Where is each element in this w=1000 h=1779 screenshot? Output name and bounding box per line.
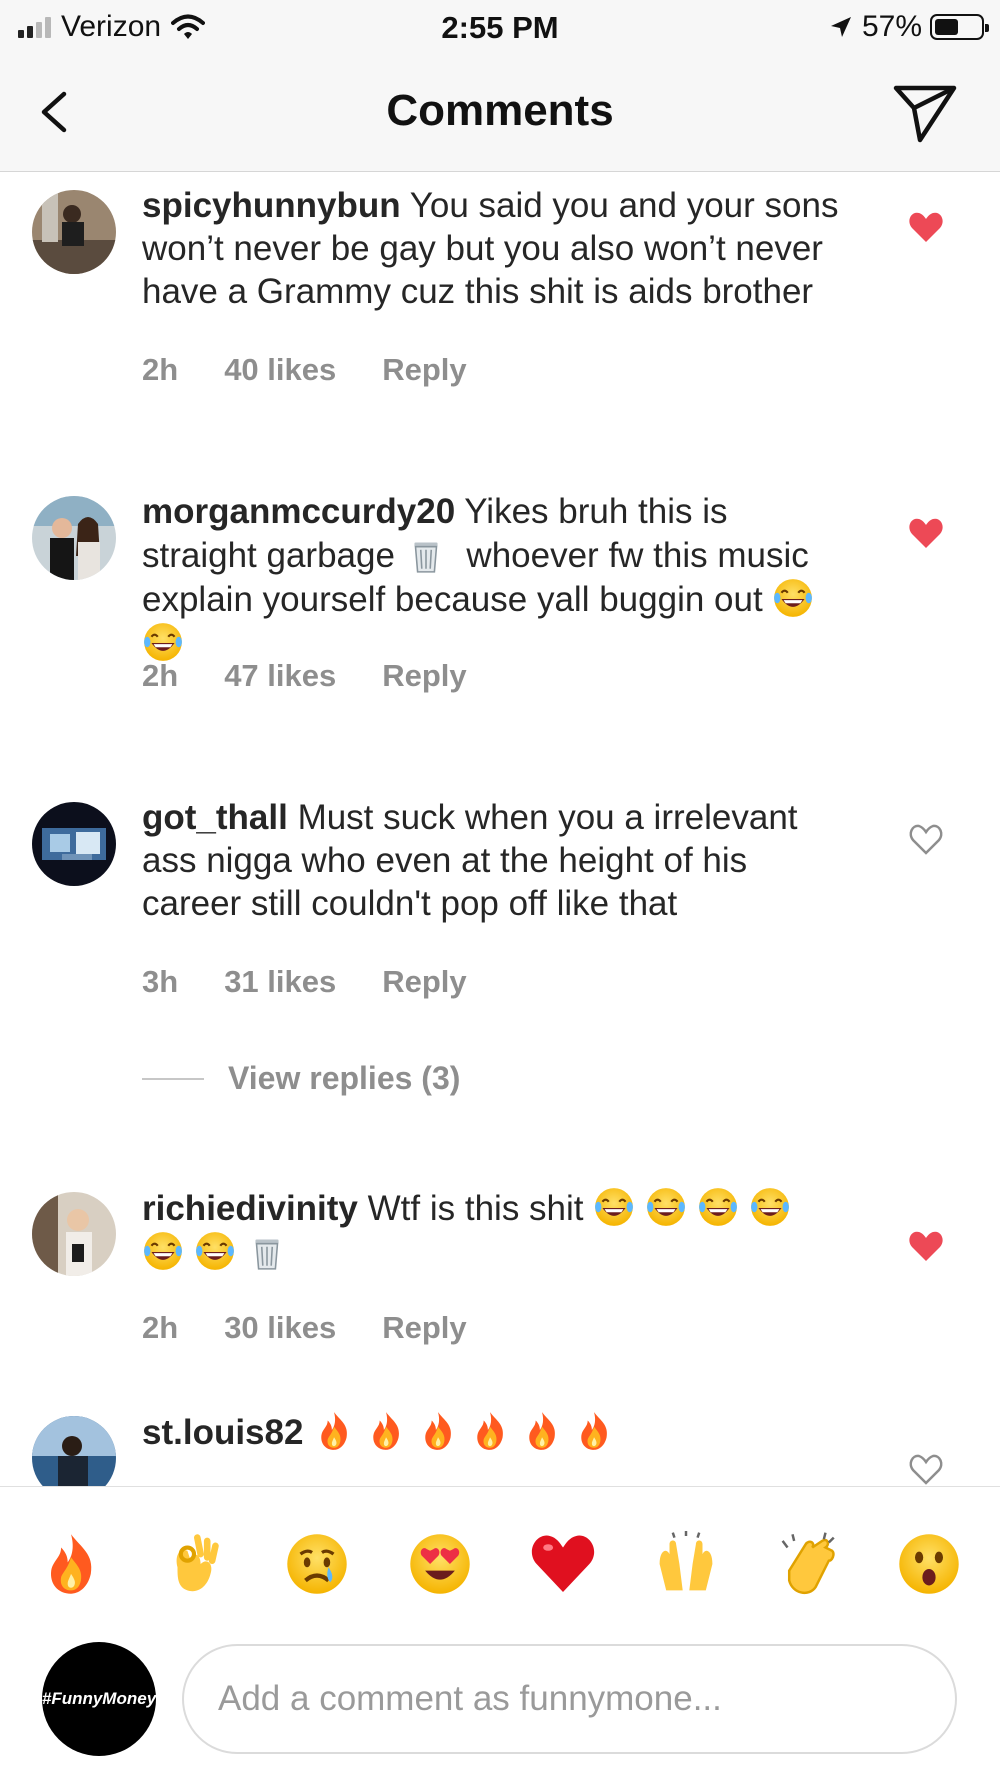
comment-likes[interactable]: 40 likes	[224, 352, 336, 388]
heart-filled-icon[interactable]	[908, 516, 944, 550]
comment-time: 2h	[142, 352, 179, 387]
avatar[interactable]	[32, 1192, 116, 1276]
comment-username[interactable]: spicyhunnybun	[142, 186, 401, 225]
laughing-tears-emoji	[194, 1230, 236, 1272]
fire-emoji	[313, 1410, 355, 1452]
heart-filled-icon[interactable]	[908, 210, 944, 244]
laughing-tears-emoji	[645, 1186, 687, 1228]
battery-fill	[935, 19, 958, 35]
fire-emoji	[521, 1410, 563, 1452]
reply-button[interactable]: Reply	[382, 1310, 466, 1346]
comment-text: st.louis82	[142, 1410, 842, 1454]
reply-button[interactable]: Reply	[382, 964, 466, 1000]
avatar[interactable]	[32, 802, 116, 886]
location-arrow-icon	[830, 17, 851, 37]
raised-hands-emoji[interactable]	[653, 1531, 719, 1597]
crying-face-emoji[interactable]	[284, 1531, 350, 1597]
laughing-tears-emoji	[772, 577, 814, 619]
fire-emoji	[469, 1410, 511, 1452]
comment-meta: 3h 31 likes Reply	[142, 964, 513, 1000]
page-title: Comments	[386, 86, 614, 135]
comment-time: 3h	[142, 964, 179, 999]
laughing-tears-emoji	[142, 1230, 184, 1272]
comment-likes[interactable]: 30 likes	[224, 1310, 336, 1346]
clapping-hands-emoji[interactable]	[776, 1531, 842, 1597]
avatar-text: #FunnyMoney	[41, 1689, 157, 1708]
heart-filled-icon[interactable]	[908, 1229, 944, 1263]
comment-time: 2h	[142, 1310, 179, 1345]
surprised-face-emoji[interactable]	[896, 1531, 962, 1597]
comment-time: 2h	[142, 658, 179, 693]
avatar[interactable]	[32, 496, 116, 580]
fire-emoji	[573, 1410, 615, 1452]
comments-list: spicyhunnybun You said you and your sons…	[0, 173, 1000, 1486]
wastebasket-emoji	[405, 533, 447, 575]
comment-meta: 2h 40 likes Reply	[142, 352, 513, 388]
paper-plane-icon[interactable]	[890, 80, 960, 144]
nav-bar: Comments	[0, 56, 1000, 172]
comment-likes[interactable]: 47 likes	[224, 658, 336, 694]
replies-divider	[142, 1077, 204, 1080]
comment-username[interactable]: richiedivinity	[142, 1189, 358, 1228]
heart-eyes-emoji[interactable]	[407, 1531, 473, 1597]
comment-meta: 2h 47 likes Reply	[142, 658, 513, 694]
battery-percent: 57%	[861, 10, 922, 43]
comment-meta: 2h 30 likes Reply	[142, 1310, 513, 1346]
comment-text: richiedivinity Wtf is this shit	[142, 1186, 842, 1274]
comment-username[interactable]: got_thall	[142, 798, 288, 837]
avatar[interactable]: #FunnyMoney	[42, 1642, 156, 1756]
comment-username[interactable]: st.louis82	[142, 1413, 303, 1452]
reply-button[interactable]: Reply	[382, 658, 466, 694]
comment-text: got_thall Must suck when you a irrelevan…	[142, 796, 842, 925]
comment-input[interactable]	[182, 1644, 957, 1754]
wastebasket-emoji	[246, 1230, 288, 1272]
laughing-tears-emoji	[749, 1186, 791, 1228]
quick-emoji-bar	[0, 1486, 1000, 1642]
laughing-tears-emoji	[593, 1186, 635, 1228]
comment-text: morganmccurdy20 Yikes bruh this is strai…	[142, 490, 842, 665]
avatar[interactable]	[32, 1416, 116, 1486]
comment-likes[interactable]: 31 likes	[224, 964, 336, 1000]
comment-username[interactable]: morganmccurdy20	[142, 492, 455, 531]
red-heart-emoji[interactable]	[530, 1531, 596, 1597]
reply-button[interactable]: Reply	[382, 352, 466, 388]
comment-text: spicyhunnybun You said you and your sons…	[142, 184, 842, 313]
laughing-tears-emoji	[697, 1186, 739, 1228]
fire-emoji	[417, 1410, 459, 1452]
status-right: 57%	[828, 10, 989, 44]
view-replies-label: View replies (3)	[228, 1060, 461, 1096]
comment-message: Wtf is this shit	[367, 1189, 584, 1228]
battery-icon	[930, 14, 989, 40]
fire-emoji[interactable]	[38, 1531, 104, 1597]
status-bar: Verizon 2:55 PM 57%	[0, 0, 1000, 56]
avatar[interactable]	[32, 190, 116, 274]
heart-outline-icon[interactable]	[908, 1452, 944, 1486]
heart-outline-icon[interactable]	[908, 822, 944, 856]
view-replies-button[interactable]: View replies (3)	[142, 1060, 460, 1097]
fire-emoji	[365, 1410, 407, 1452]
laughing-tears-emoji	[142, 621, 184, 663]
ok-hand-emoji[interactable]	[161, 1531, 227, 1597]
comment-composer: #FunnyMoney	[0, 1640, 1000, 1779]
